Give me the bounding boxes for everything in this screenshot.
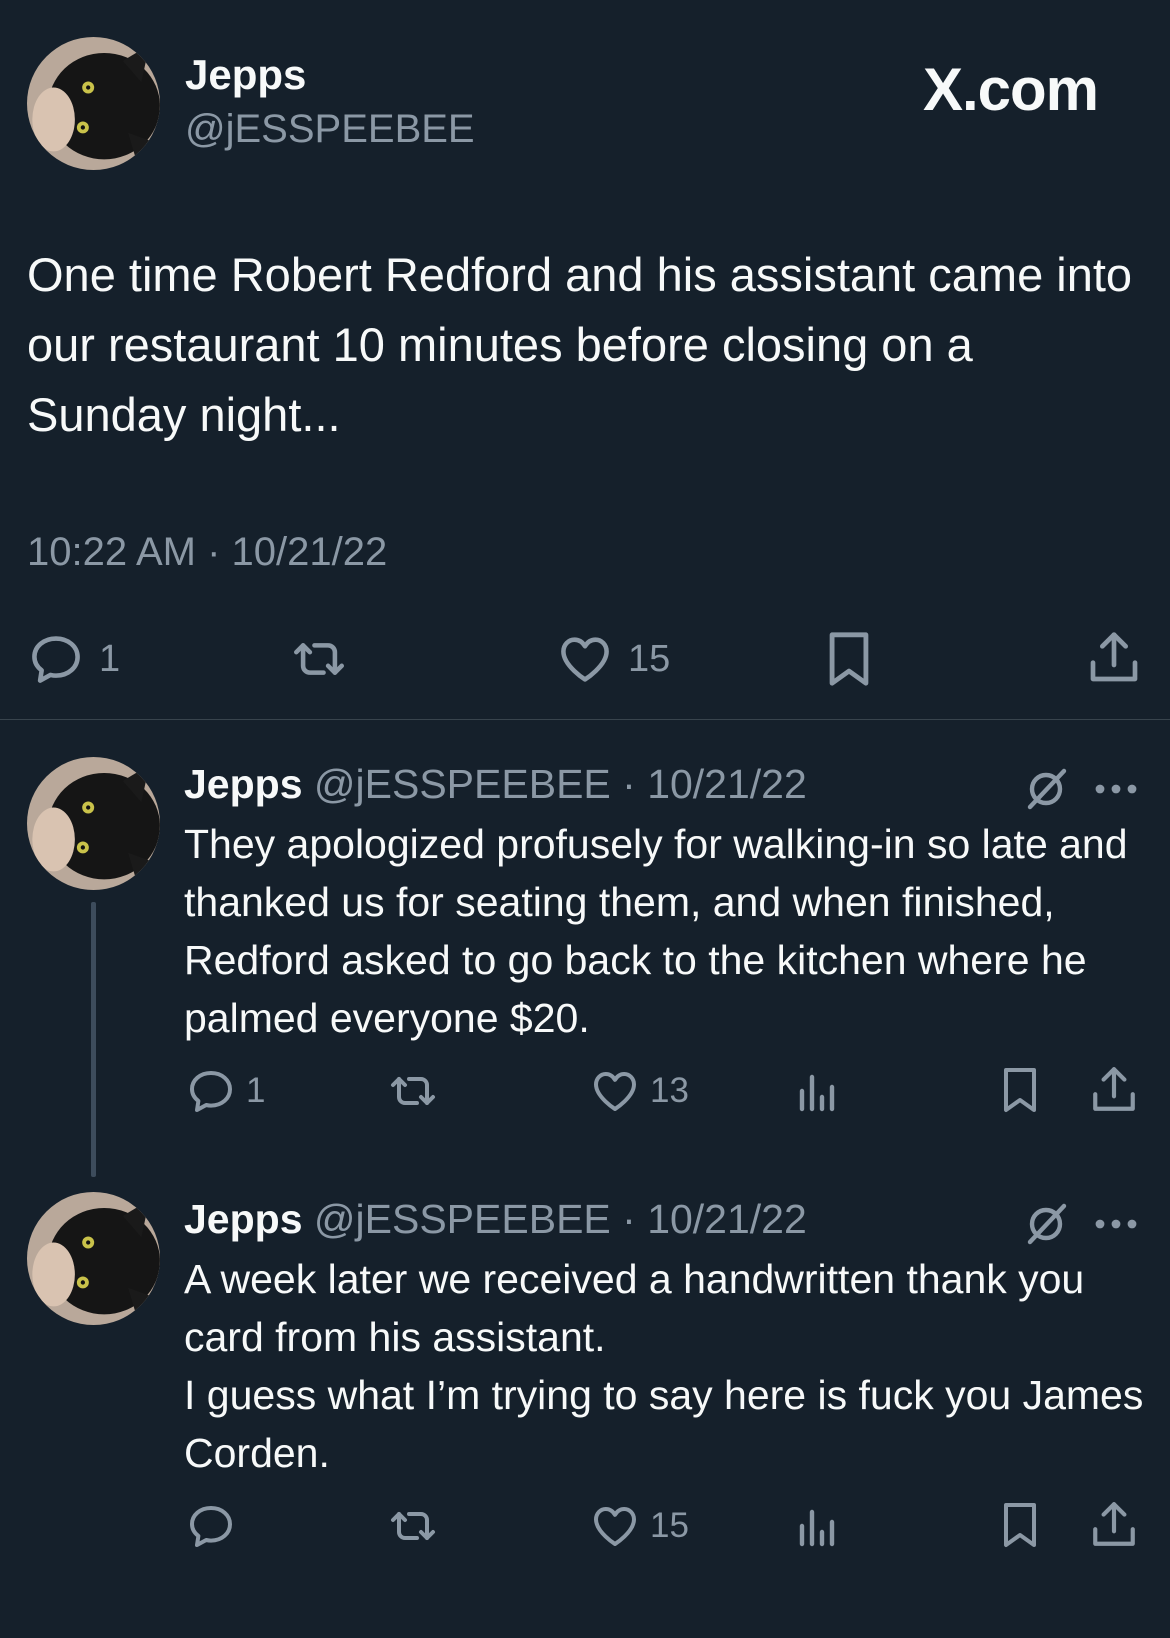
author-meta[interactable]: @jESSPEEBEE · 10/21/22 xyxy=(314,761,807,807)
reply-header-icons xyxy=(1022,1200,1140,1248)
reply-count: 1 xyxy=(246,1071,266,1110)
bookmark-icon xyxy=(829,632,869,686)
share-icon xyxy=(1090,632,1138,682)
views-icon xyxy=(799,1509,835,1547)
retweet-icon xyxy=(391,1077,435,1105)
reply-header: Jepps @jESSPEEBEE · 10/21/22 xyxy=(184,1196,807,1243)
author-name[interactable]: Jepps xyxy=(185,51,306,99)
reply-icon xyxy=(32,636,80,683)
author-name[interactable]: Jepps xyxy=(184,1196,303,1242)
bookmark-button[interactable] xyxy=(824,630,874,688)
tweet-thread: Jepps @jESSPEEBEE X.com One time Robert … xyxy=(0,0,1170,1638)
divider xyxy=(0,719,1170,720)
reply-tweet[interactable]: Jepps @jESSPEEBEE · 10/21/22 They apolog… xyxy=(0,757,1170,1177)
bookmark-icon xyxy=(1004,1068,1036,1112)
like-button[interactable]: 15 xyxy=(590,1504,689,1548)
author-name[interactable]: Jepps xyxy=(184,761,303,807)
reply-icon xyxy=(190,1071,232,1112)
thread-line xyxy=(91,902,96,1177)
like-icon xyxy=(594,1507,636,1546)
share-icon xyxy=(1093,1067,1135,1111)
avatar[interactable] xyxy=(27,1192,160,1325)
reply-text: A week later we received a handwritten t… xyxy=(184,1250,1144,1482)
retweet-button[interactable] xyxy=(384,1069,442,1113)
grok-icon[interactable] xyxy=(1022,765,1070,813)
tweet-timestamp[interactable]: 10:22 AM · 10/21/22 xyxy=(27,530,387,575)
reply-text-line: A week later we received a handwritten t… xyxy=(184,1256,1085,1360)
share-button[interactable] xyxy=(1088,630,1140,686)
author-handle[interactable]: @jESSPEEBEE xyxy=(185,107,475,152)
like-button[interactable]: 13 xyxy=(590,1069,689,1113)
reply-button[interactable]: 1 xyxy=(27,634,120,684)
reply-tweet[interactable]: Jepps @jESSPEEBEE · 10/21/22 A week late… xyxy=(0,1192,1170,1612)
more-icon[interactable] xyxy=(1092,1214,1140,1234)
reply-button[interactable]: 1 xyxy=(186,1069,265,1113)
like-count: 15 xyxy=(628,637,671,680)
more-icon[interactable] xyxy=(1092,779,1140,799)
grok-icon[interactable] xyxy=(1022,1200,1070,1248)
author-meta[interactable]: @jESSPEEBEE · 10/21/22 xyxy=(314,1196,807,1242)
retweet-icon xyxy=(294,643,344,675)
reply-header: Jepps @jESSPEEBEE · 10/21/22 xyxy=(184,761,807,808)
reply-text: They apologized profusely for walking-in… xyxy=(184,821,1128,1041)
like-icon xyxy=(594,1072,636,1111)
like-count: 15 xyxy=(650,1506,689,1545)
bookmark-button[interactable] xyxy=(1000,1065,1040,1115)
reply-header-icons xyxy=(1022,765,1140,813)
bookmark-icon xyxy=(1004,1503,1036,1547)
views-button[interactable] xyxy=(796,1069,836,1113)
reply-count: 1 xyxy=(99,637,121,680)
tweet-text: One time Robert Redford and his assistan… xyxy=(27,248,1133,441)
like-button[interactable]: 15 xyxy=(556,634,670,684)
retweet-button[interactable] xyxy=(285,634,353,684)
share-button[interactable] xyxy=(1091,1065,1137,1115)
reply-button[interactable] xyxy=(186,1504,236,1548)
reply-text-line: I guess what I’m trying to say here is f… xyxy=(184,1372,1144,1476)
avatar[interactable] xyxy=(27,757,160,890)
retweet-icon xyxy=(391,1512,435,1540)
share-icon xyxy=(1093,1502,1135,1546)
like-icon xyxy=(561,637,609,682)
share-button[interactable] xyxy=(1091,1500,1137,1550)
brand-logo: X.com xyxy=(922,56,1099,123)
reply-icon xyxy=(190,1506,232,1547)
retweet-button[interactable] xyxy=(384,1504,442,1548)
avatar[interactable] xyxy=(27,37,160,170)
main-tweet-header: Jepps @jESSPEEBEE X.com xyxy=(27,37,1143,171)
views-button[interactable] xyxy=(796,1504,836,1548)
like-count: 13 xyxy=(650,1071,689,1110)
views-icon xyxy=(799,1074,835,1112)
bookmark-button[interactable] xyxy=(1000,1500,1040,1550)
